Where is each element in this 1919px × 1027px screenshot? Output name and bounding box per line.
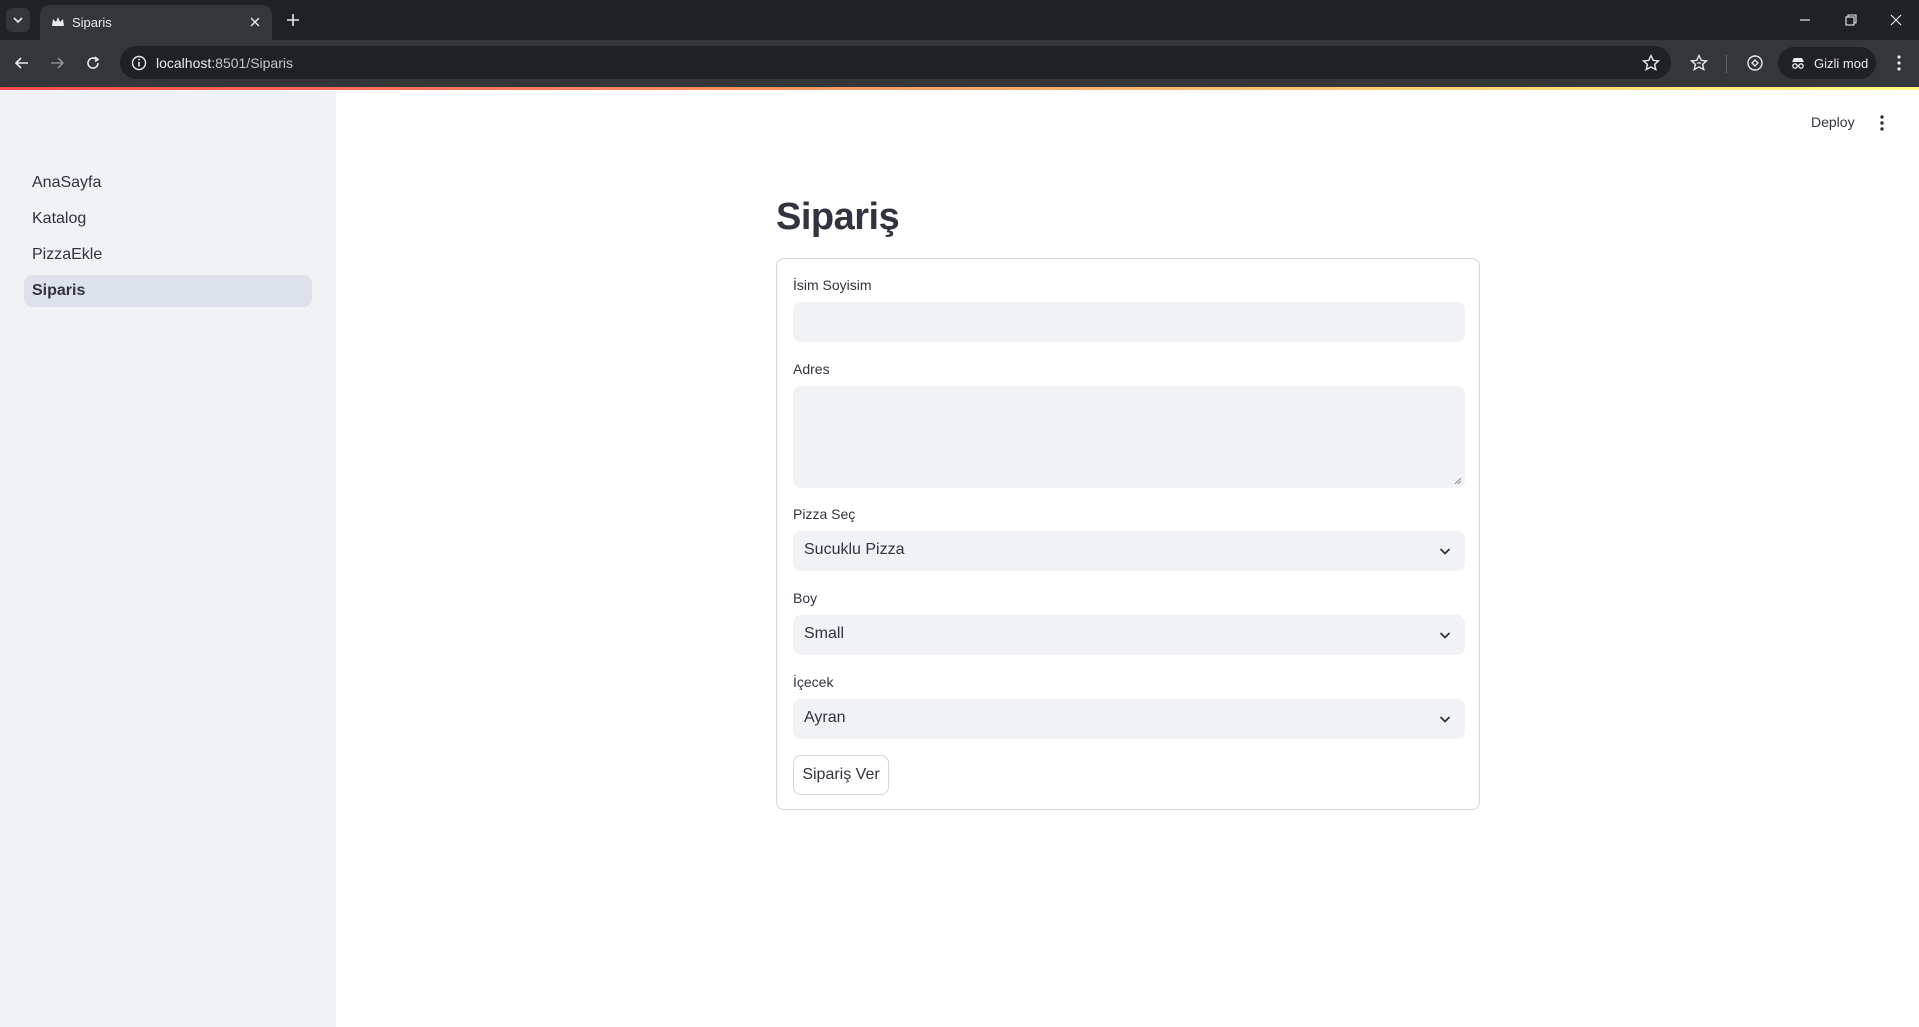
back-button[interactable] [8, 49, 36, 77]
pizza-selected-value: Sucuklu Pizza [804, 541, 905, 558]
submit-order-button[interactable]: Sipariş Ver [793, 755, 889, 795]
pizza-label: Pizza Seç [793, 506, 856, 522]
chevron-down-icon [1439, 548, 1451, 555]
star-list-icon [1689, 53, 1709, 71]
reload-button[interactable] [79, 49, 107, 77]
address-bar[interactable]: localhost:8501/Siparis [120, 46, 1671, 79]
chevron-down-icon [1439, 716, 1451, 723]
size-selected-value: Small [804, 625, 845, 642]
url-host: localhost [156, 55, 212, 71]
url-text: localhost:8501/Siparis [156, 55, 293, 71]
tab-title: Siparis [72, 15, 112, 30]
incognito-icon [1792, 58, 1804, 69]
incognito-indicator[interactable]: Gizli mod [1778, 47, 1876, 79]
toolbar-separator [1726, 55, 1727, 73]
info-icon[interactable] [130, 54, 148, 72]
deploy-button[interactable]: Deploy [1803, 110, 1863, 134]
sidebar-item-siparis[interactable]: Siparis [24, 275, 312, 307]
address-label: Adres [793, 361, 830, 377]
chrome-menu-button[interactable] [1888, 52, 1910, 74]
more-vertical-icon [1880, 115, 1884, 131]
extensions-button[interactable] [1744, 52, 1766, 74]
new-tab-button[interactable] [281, 8, 305, 32]
name-label: İsim Soyisim [793, 277, 872, 293]
resize-handle-icon[interactable] [1452, 475, 1462, 485]
order-form: İsim Soyisim Adres Pizza Seç Sucuklu Piz… [776, 258, 1480, 810]
more-vertical-icon [1897, 55, 1901, 71]
drink-selected-value: Ayran [804, 709, 846, 726]
drink-label: İçecek [793, 674, 834, 690]
size-select[interactable]: Small [793, 615, 1465, 655]
arrow-left-icon [14, 57, 28, 69]
drink-select[interactable]: Ayran [793, 699, 1465, 739]
sidebar-item-anasayfa[interactable]: AnaSayfa [24, 167, 312, 199]
close-icon [1890, 14, 1902, 26]
restore-icon [1845, 14, 1857, 26]
url-path: :8501/Siparis [211, 55, 293, 71]
plus-icon [287, 14, 299, 26]
browser-tab-bar: Siparis [0, 0, 1919, 40]
minimize-button[interactable] [1782, 6, 1828, 34]
address-textarea[interactable] [793, 386, 1465, 488]
close-window-button[interactable] [1873, 6, 1919, 34]
close-tab-icon[interactable] [246, 13, 264, 31]
main-menu-button[interactable] [1870, 111, 1894, 135]
crown-favicon-icon [52, 17, 64, 26]
page-title: Sipariş [776, 196, 900, 238]
chevron-down-icon [1439, 632, 1451, 639]
arrow-right-icon [51, 57, 65, 69]
bookmarks-button[interactable] [1688, 52, 1710, 74]
reload-icon [87, 56, 100, 69]
extension-icon [1747, 55, 1763, 71]
forward-button[interactable] [43, 49, 71, 77]
name-input[interactable] [793, 302, 1465, 342]
browser-toolbar: localhost:8501/Siparis Gizli mod [0, 40, 1919, 87]
tab-search-button[interactable] [6, 8, 30, 32]
restore-button[interactable] [1828, 6, 1874, 34]
incognito-label: Gizli mod [1814, 55, 1869, 71]
pizza-select[interactable]: Sucuklu Pizza [793, 531, 1465, 571]
sidebar-item-katalog[interactable]: Katalog [24, 203, 312, 235]
size-label: Boy [793, 590, 818, 606]
sidebar-item-pizzaekle[interactable]: PizzaEkle [24, 239, 312, 271]
bookmark-star-icon[interactable] [1641, 53, 1661, 73]
browser-tab[interactable]: Siparis [40, 5, 272, 40]
chevron-down-icon [13, 17, 23, 24]
sidebar: AnaSayfa Katalog PizzaEkle Siparis [0, 90, 336, 1027]
minimize-icon [1800, 19, 1810, 21]
